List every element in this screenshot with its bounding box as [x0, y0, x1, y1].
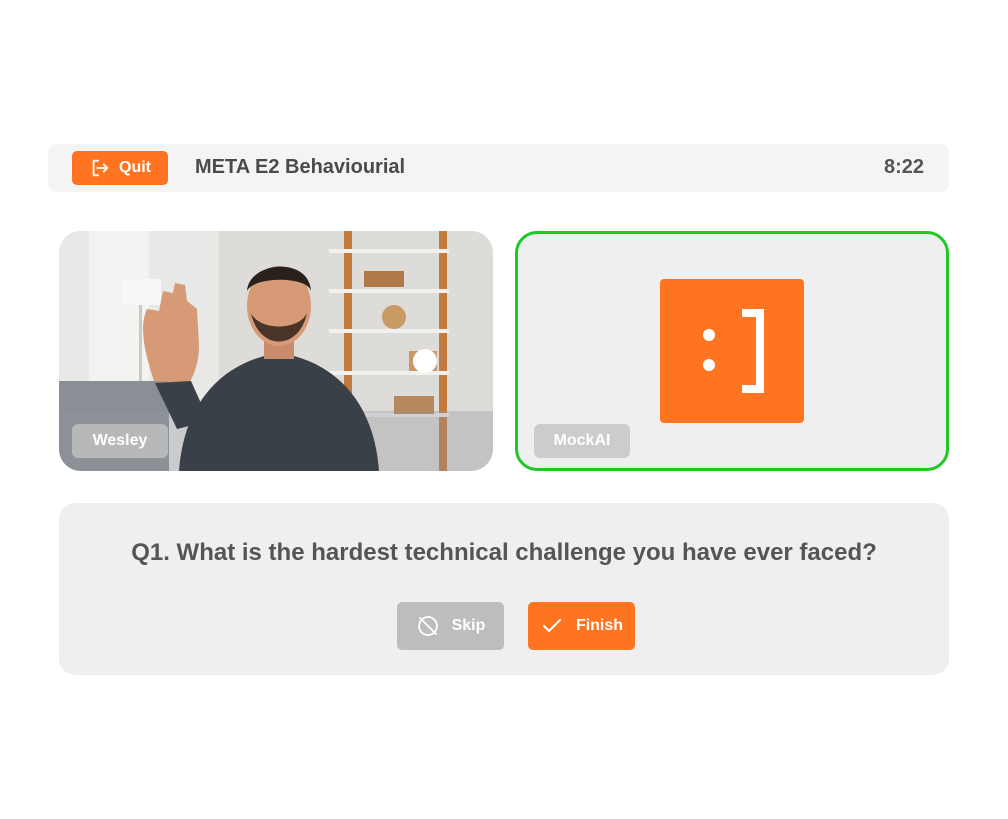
ai-face-icon	[703, 309, 764, 393]
user-name-tag: Wesley	[72, 424, 168, 458]
logout-icon	[92, 159, 109, 177]
ai-avatar	[660, 279, 804, 423]
checkmark-icon	[542, 619, 561, 632]
question-text: Q1. What is the hardest technical challe…	[131, 539, 877, 566]
finish-button[interactable]: Finish	[528, 602, 635, 650]
skip-label: Skip	[451, 617, 486, 634]
ai-name-tag: MockAI	[534, 424, 630, 458]
finish-label: Finish	[575, 617, 624, 634]
top-bar: Quit META E2 Behaviourial 8:22	[48, 144, 949, 192]
question-panel: Q1. What is the hardest technical challe…	[59, 503, 949, 675]
skip-slash-circle-icon	[417, 616, 438, 636]
quit-label: Quit	[119, 159, 151, 176]
ai-video-tile: MockAI	[515, 231, 949, 471]
user-video-tile: Wesley	[59, 231, 493, 471]
skip-button[interactable]: Skip	[397, 602, 504, 650]
quit-button[interactable]: Quit	[72, 151, 168, 185]
timer: 8:22	[883, 156, 924, 178]
session-title: META E2 Behaviourial	[195, 156, 406, 178]
